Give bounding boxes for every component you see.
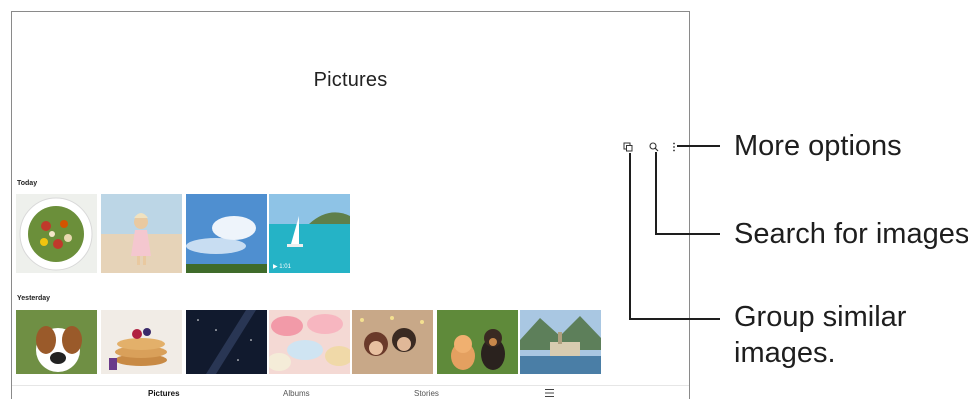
tab-pictures[interactable]: Pictures — [148, 389, 180, 398]
section-label-yesterday: Yesterday — [17, 295, 51, 302]
more-options-icon[interactable] — [672, 142, 676, 152]
callout-line-group-vertical — [629, 153, 631, 320]
search-icon[interactable] — [649, 142, 659, 152]
callout-line-search-horizontal — [655, 233, 720, 235]
thumbnail-sailboat-video[interactable]: ▶ 1:01 — [269, 194, 350, 273]
thumbnail-pancakes[interactable] — [101, 310, 182, 374]
callout-search: Search for images. — [734, 218, 968, 250]
callout-group-line2: images. — [734, 337, 836, 369]
callout-line-search-vertical — [655, 152, 657, 235]
group-similar-icon[interactable] — [623, 142, 633, 152]
thumbnail-friends[interactable] — [352, 310, 433, 374]
tablet-screen: Pictures Today ▶ 1:01 Yesterday Pictures… — [11, 11, 690, 399]
callout-group-line1: Group similar — [734, 301, 907, 333]
page-title: Pictures — [313, 69, 388, 91]
section-label-today: Today — [17, 180, 38, 187]
thumbnail-blue-sky[interactable] — [186, 194, 267, 273]
tab-albums[interactable]: Albums — [283, 389, 310, 398]
thumbnail-milky-way[interactable] — [186, 310, 267, 374]
tab-stories[interactable]: Stories — [414, 389, 439, 398]
thumbnail-kitten-and-puppy[interactable] — [437, 310, 518, 374]
thumbnail-salad[interactable] — [16, 194, 97, 273]
thumbnail-beagle[interactable] — [16, 310, 97, 374]
video-duration-badge: ▶ 1:01 — [273, 264, 291, 270]
hamburger-icon[interactable] — [545, 389, 554, 397]
bottom-nav-divider — [12, 385, 689, 386]
thumbnail-lakeside-village[interactable] — [520, 310, 601, 374]
thumbnail-girl-on-beach[interactable] — [101, 194, 182, 273]
callout-more-options: More options — [734, 130, 902, 162]
thumbnail-macarons[interactable] — [269, 310, 350, 374]
callout-line-more-options — [677, 145, 720, 147]
callout-line-group-horizontal — [629, 318, 720, 320]
